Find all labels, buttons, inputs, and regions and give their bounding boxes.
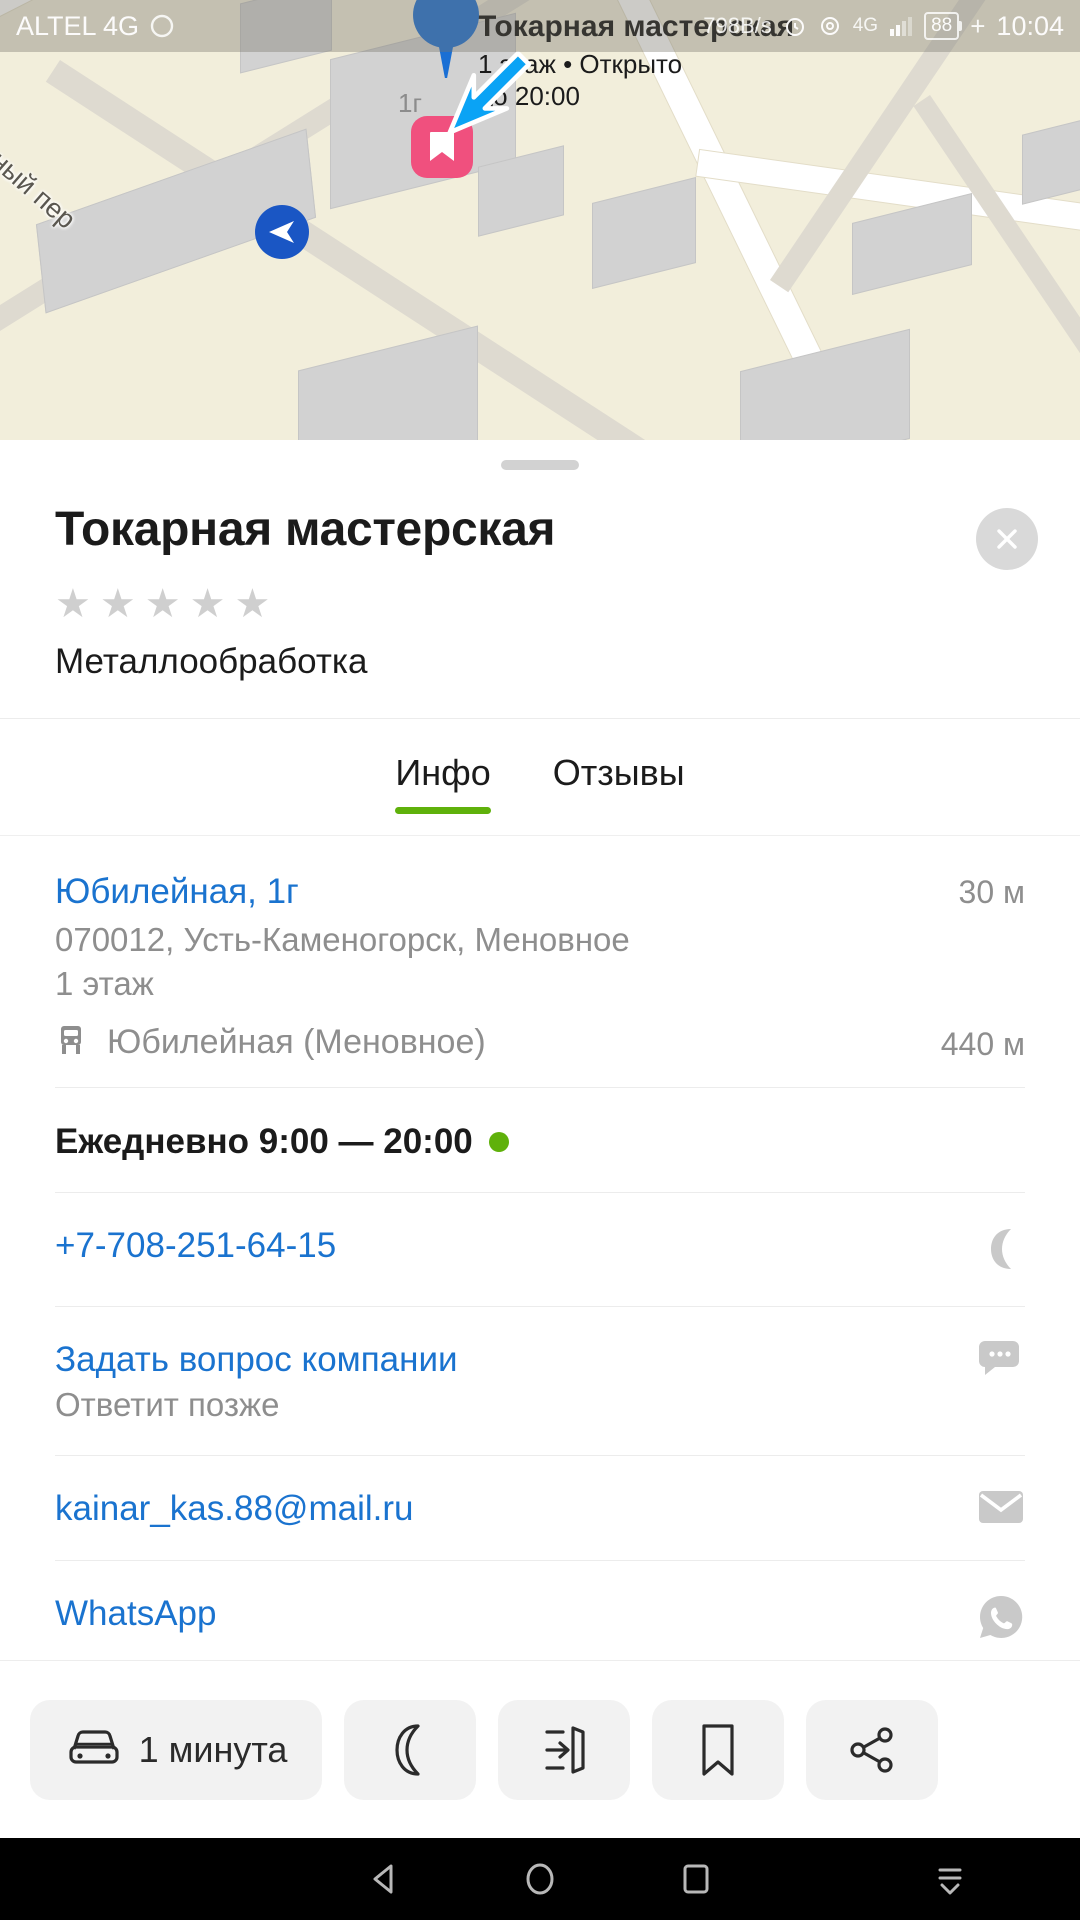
address-text-group: Юбилейная, 1г 070012, Усть-Каменогорск, … (55, 870, 630, 1006)
phone-handset-icon (395, 1723, 420, 1776)
phone-number-link[interactable]: +7-708-251-64-15 (55, 1223, 336, 1269)
ask-text-group: Задать вопрос компании Ответит позже (55, 1337, 458, 1427)
address-distance: 30 м (958, 874, 1025, 910)
map-building (1022, 117, 1080, 205)
nav-hide-button[interactable] (928, 1838, 972, 1920)
ask-question-row[interactable]: Задать вопрос компании Ответит позже (0, 1307, 1080, 1455)
nav-home-button[interactable] (462, 1859, 618, 1899)
action-bar: 1 минута (0, 1660, 1080, 1838)
open-status-dot (488, 1132, 509, 1152)
tab-bar: Инфо Отзывы (0, 718, 1080, 836)
envelope-icon (977, 1488, 1025, 1531)
star-icon[interactable]: ★ (234, 584, 270, 624)
nav-recents-button[interactable] (618, 1859, 774, 1899)
map-house-number: 1г (398, 88, 422, 118)
whatsapp-row[interactable]: WhatsApp (0, 1561, 1080, 1660)
share-button[interactable] (806, 1699, 938, 1800)
phone-screen: вный пер 1г Токарная мастерская 1 этаж •… (0, 0, 1080, 1920)
tab-info[interactable]: Инфо (395, 742, 492, 814)
card-header: Токарная мастерская (0, 470, 1080, 570)
share-icon (850, 1726, 893, 1773)
map-canvas[interactable]: вный пер 1г Токарная мастерская 1 этаж •… (0, 0, 1080, 440)
email-row[interactable]: kainar_kas.88@mail.ru (0, 1456, 1080, 1560)
ask-question-note: Ответит позже (55, 1386, 280, 1423)
cursor-arrow-icon (447, 50, 532, 135)
category-label: Металлообработка (55, 642, 368, 681)
map-street-label: вный пер (0, 136, 82, 235)
route-duration-label: 1 минута (138, 1728, 288, 1770)
address-row[interactable]: Юбилейная, 1г 070012, Усть-Каменогорск, … (0, 836, 1080, 1006)
recents-square-icon (683, 1864, 709, 1894)
rating-stars[interactable]: ★ ★ ★ ★ ★ (0, 570, 1080, 624)
map-callout-title: Токарная мастерская (478, 10, 795, 43)
tab-reviews[interactable]: Отзывы (553, 742, 685, 812)
whatsapp-link[interactable]: WhatsApp (55, 1591, 216, 1637)
working-hours-row[interactable]: Ежедневно 9:00 — 20:00 (0, 1088, 1080, 1192)
route-button[interactable]: 1 минута (30, 1699, 322, 1800)
star-icon[interactable]: ★ (55, 584, 91, 624)
map-building (240, 0, 332, 74)
hide-nav-icon (938, 1868, 962, 1895)
back-triangle-icon (373, 1864, 393, 1894)
transit-stop-name: Юбилейная (Меновное) (107, 1023, 486, 1061)
map-building (852, 193, 972, 295)
transit-stop-row[interactable]: Юбилейная (Меновное) 440 м (0, 1006, 1080, 1063)
nav-back-button[interactable] (306, 1859, 462, 1899)
bus-stop-icon (55, 1023, 87, 1062)
call-button[interactable] (344, 1699, 476, 1800)
chat-bubbles-icon (975, 1339, 1025, 1390)
android-navigation-bar (0, 1838, 1080, 1920)
address-street-link[interactable]: Юбилейная, 1г (55, 870, 630, 914)
transit-left-group: Юбилейная (Меновное) (55, 1023, 486, 1062)
transit-distance: 440 м (940, 1026, 1025, 1062)
entrance-button[interactable] (498, 1699, 630, 1800)
map-building (298, 325, 478, 440)
address-city-line: 070012, Усть-Каменогорск, Меновное (55, 921, 630, 958)
place-card-sheet: Токарная мастерская ★ ★ ★ ★ ★ Металлообр… (0, 440, 1080, 1660)
sheet-drag-handle[interactable] (501, 460, 579, 470)
email-link[interactable]: kainar_kas.88@mail.ru (55, 1486, 413, 1532)
navigation-arrow-glyph (269, 221, 294, 243)
bookmark-button[interactable] (652, 1699, 784, 1800)
home-circle-icon (526, 1863, 554, 1895)
close-button[interactable] (976, 508, 1038, 570)
phone-row[interactable]: +7-708-251-64-15 (0, 1193, 1080, 1306)
map-building (592, 177, 696, 289)
star-icon[interactable]: ★ (190, 584, 226, 624)
working-hours-text: Ежедневно 9:00 — 20:00 (55, 1122, 473, 1161)
page-title: Токарная мастерская (55, 503, 556, 556)
entrance-icon (545, 1725, 585, 1774)
star-icon[interactable]: ★ (100, 584, 136, 624)
map-building (740, 328, 910, 440)
phone-icon (981, 1225, 1025, 1278)
car-icon (65, 1725, 123, 1774)
bookmark-icon (702, 1723, 734, 1776)
address-floor: 1 этаж (55, 965, 154, 1002)
star-icon[interactable]: ★ (145, 584, 181, 624)
ask-question-link[interactable]: Задать вопрос компании (55, 1337, 458, 1383)
whatsapp-icon (977, 1593, 1025, 1646)
close-icon (997, 529, 1017, 549)
user-location-icon[interactable] (255, 205, 309, 259)
